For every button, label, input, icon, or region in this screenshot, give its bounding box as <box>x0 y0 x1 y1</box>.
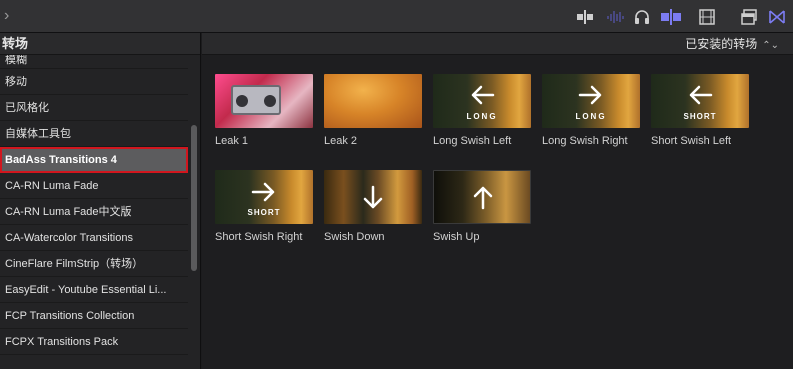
window-layout-icon[interactable] <box>740 8 758 26</box>
sidebar-item-move[interactable]: 移动 <box>0 69 188 95</box>
swish-down-thumbnail <box>324 170 422 224</box>
top-toolbar: › <box>0 0 793 33</box>
radio-image-icon <box>231 85 281 115</box>
sidebar-title: 转场 <box>0 33 200 55</box>
swish-up-thumbnail <box>433 170 531 224</box>
sort-chevron-icon[interactable]: ⌃⌄ <box>762 40 779 51</box>
sidebar-item-blur[interactable]: 模糊 <box>0 55 188 69</box>
tile-label: Swish Down <box>324 231 385 243</box>
sidebar-scrollbar[interactable] <box>191 125 197 271</box>
installed-filter-dropdown[interactable]: 已安装的转场 <box>685 37 757 51</box>
short-swish-right-thumbnail: SHORT <box>215 170 313 224</box>
leak-2-thumbnail <box>324 74 422 128</box>
overlay-text: LONG <box>575 112 607 121</box>
sidebar-item-fcpx-pack[interactable]: FCPX Transitions Pack <box>0 329 188 355</box>
snap-icon[interactable] <box>660 8 682 26</box>
headphones-icon[interactable] <box>633 8 651 26</box>
transitions-category-sidebar: 转场 模糊 移动 已风格化 自媒体工具包 BadAss Transitions … <box>0 33 201 369</box>
chevron-right-icon[interactable]: › <box>4 7 18 25</box>
audio-waveform-icon[interactable] <box>606 8 626 26</box>
transitions-browser: 已安装的转场 ⌃⌄ Leak 1 Leak 2 LONG Long Swish L… <box>202 33 793 369</box>
leak-1-thumbnail <box>215 74 313 128</box>
tile-label: Long Swish Left <box>433 135 512 147</box>
tile-label: Long Swish Right <box>542 135 628 147</box>
filmstrip-icon[interactable] <box>699 8 715 26</box>
filter-header: 已安装的转场 ⌃⌄ <box>202 33 793 55</box>
tile-label: Short Swish Left <box>651 135 732 147</box>
long-swish-left-thumbnail: LONG <box>433 74 531 128</box>
sidebar-item-ca-rn-luma-fade[interactable]: CA-RN Luma Fade <box>0 173 188 199</box>
category-list: 模糊 移动 已风格化 自媒体工具包 BadAss Transitions 4 C… <box>0 55 200 355</box>
overlay-text: LONG <box>466 112 498 121</box>
tile-label: Leak 1 <box>215 135 249 147</box>
sidebar-item-ca-watercolor[interactable]: CA-Watercolor Transitions <box>0 225 188 251</box>
tile-label: Swish Up <box>433 231 480 243</box>
short-swish-left-thumbnail: SHORT <box>651 74 749 128</box>
sidebar-item-easyedit[interactable]: EasyEdit - Youtube Essential Li... <box>0 277 188 303</box>
arrow-up-icon <box>473 186 493 210</box>
sidebar-item-fcp-collection[interactable]: FCP Transitions Collection <box>0 303 188 329</box>
sidebar-item-stylized[interactable]: 已风格化 <box>0 95 188 121</box>
sidebar-item-badass-transitions[interactable]: BadAss Transitions 4 <box>0 147 188 173</box>
sidebar-item-cineflare-filmstrip[interactable]: CineFlare FilmStrip（转场） <box>0 251 188 277</box>
arrow-down-icon <box>363 185 383 209</box>
tile-label: Short Swish Right <box>215 231 303 243</box>
transitions-browser-icon[interactable] <box>768 8 786 26</box>
sidebar-item-media-toolkit[interactable]: 自媒体工具包 <box>0 121 188 147</box>
sidebar-item-ca-rn-luma-fade-cn[interactable]: CA-RN Luma Fade中文版 <box>0 199 188 225</box>
overlay-text: SHORT <box>247 208 281 217</box>
tile-label: Leak 2 <box>324 135 358 147</box>
long-swish-right-thumbnail: LONG <box>542 74 640 128</box>
clip-trim-icon[interactable] <box>576 8 594 26</box>
overlay-text: SHORT <box>683 112 717 121</box>
